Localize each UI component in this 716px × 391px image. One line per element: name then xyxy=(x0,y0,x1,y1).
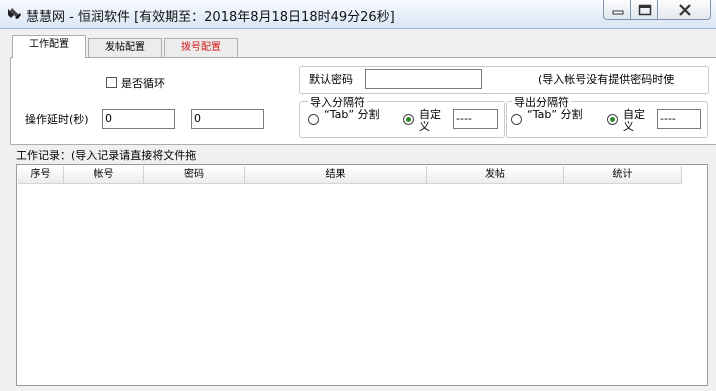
export-custom-input[interactable]: ---- xyxy=(657,109,701,129)
column-header-result[interactable]: 结果 xyxy=(245,166,427,184)
import-custom-label: 自定义 xyxy=(419,108,441,133)
delay-label: 操作延时(秒) xyxy=(25,113,89,126)
import-custom-radio[interactable] xyxy=(403,114,414,125)
tab-post-config[interactable]: 发帖配置 xyxy=(88,38,162,58)
maximize-button[interactable] xyxy=(630,0,658,20)
import-tab-radio[interactable] xyxy=(308,114,319,125)
tab-dial-config[interactable]: 拨号配置 xyxy=(164,38,238,58)
work-log-label: 工作记录：(导入记录请直接将文件拖 xyxy=(16,149,197,162)
export-custom-radio[interactable] xyxy=(607,114,618,125)
export-tab-radio[interactable] xyxy=(511,114,522,125)
default-password-input[interactable] xyxy=(365,69,482,89)
import-tab-label: “Tab” 分割 xyxy=(324,108,380,121)
delay-min-input[interactable]: 0 xyxy=(102,109,175,129)
close-button[interactable] xyxy=(657,0,711,20)
column-header-stats[interactable]: 统计 xyxy=(564,166,682,184)
default-password-hint: (导入帐号没有提供密码时使 xyxy=(538,73,675,86)
loop-checkbox[interactable] xyxy=(106,77,117,88)
export-custom-label: 自定义 xyxy=(623,108,645,133)
column-header-account[interactable]: 帐号 xyxy=(64,166,144,184)
default-password-label: 默认密码 xyxy=(309,73,353,86)
minimize-button[interactable] xyxy=(603,0,631,20)
app-icon xyxy=(6,6,22,22)
import-custom-input[interactable]: ---- xyxy=(453,109,498,129)
tab-work-config[interactable]: 工作配置 xyxy=(12,35,86,58)
export-tab-label: “Tab” 分割 xyxy=(527,108,583,121)
work-log-list[interactable]: 序号 帐号 密码 结果 发帖 统计 xyxy=(16,164,708,386)
title-bar: 慧慧网 - 恒润软件 [有效期至：2018年8月18日18时49分26秒] xyxy=(0,0,716,29)
delay-max-input[interactable]: 0 xyxy=(191,109,264,129)
column-header-index[interactable]: 序号 xyxy=(18,166,64,184)
window-title: 慧慧网 - 恒润软件 [有效期至：2018年8月18日18时49分26秒] xyxy=(26,10,395,25)
loop-label: 是否循环 xyxy=(121,77,165,90)
column-header-password[interactable]: 密码 xyxy=(144,166,245,184)
column-header-post[interactable]: 发帖 xyxy=(427,166,564,184)
work-config-panel: 是否循环 操作延时(秒) 0 0 默认密码 (导入帐号没有提供密码时使 导入分隔… xyxy=(10,57,716,145)
